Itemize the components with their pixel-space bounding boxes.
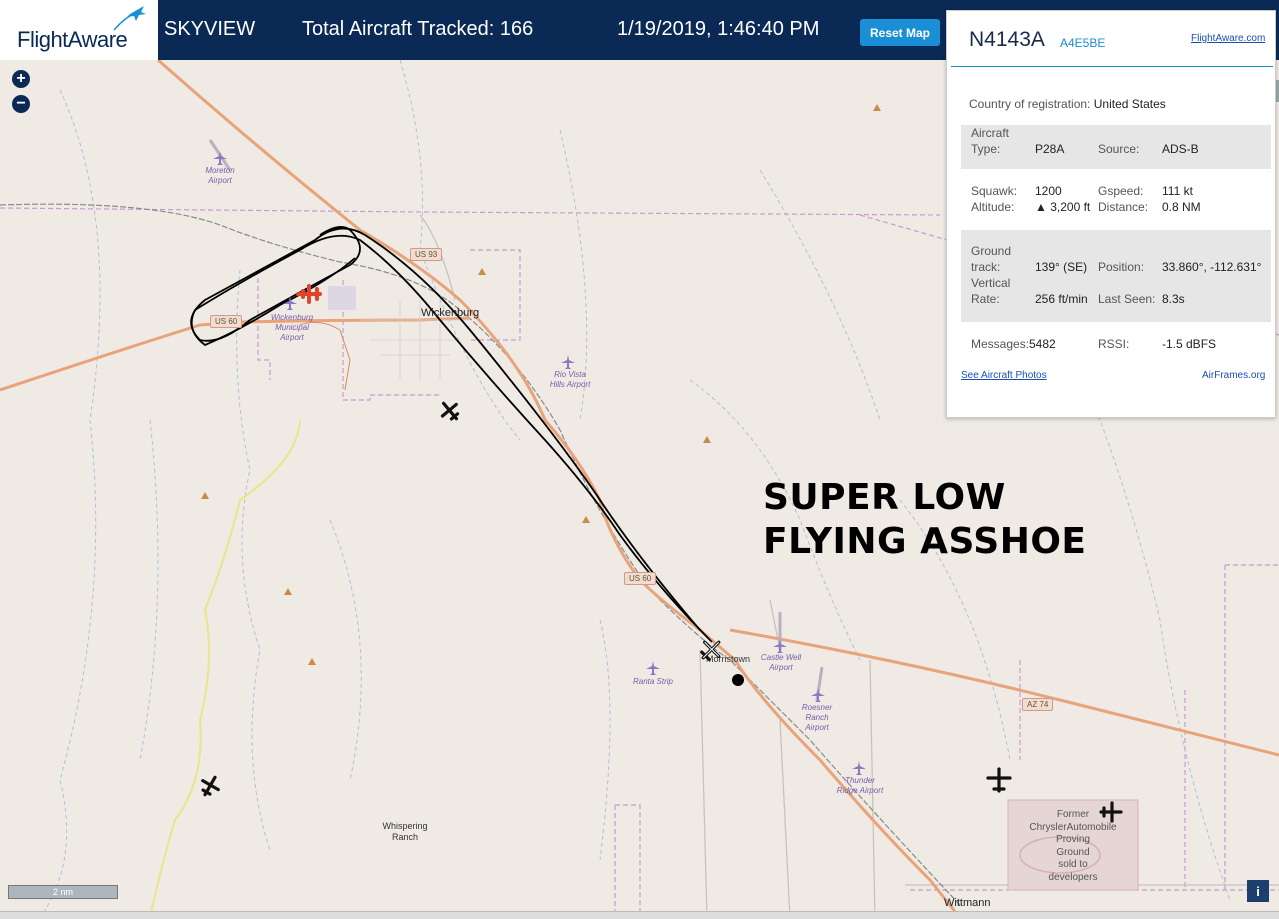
info-block-track: Ground track: 139° (SE) Position: 33.860…: [961, 230, 1271, 322]
aircraft-hex-code: A4E5BE: [1060, 36, 1106, 50]
zoom-out-button[interactable]: −: [12, 95, 30, 113]
rssi-value: -1.5 dBFS: [1162, 337, 1217, 351]
logo[interactable]: FlightAware: [0, 0, 158, 60]
airport-moreton-icon: [213, 151, 227, 165]
aircraft-icon[interactable]: [198, 774, 222, 798]
aircraft-tracked-count: Total Aircraft Tracked: 166: [302, 18, 534, 40]
town-label-wickenburg: Wickenburg: [421, 307, 480, 319]
aircraft-icon[interactable]: [698, 637, 724, 663]
shield-us93: US 93: [410, 248, 443, 261]
airport-thunder-icon: [852, 761, 866, 775]
shield-az74: AZ 74: [1022, 698, 1054, 711]
section-title: SKYVIEW: [164, 18, 256, 40]
squawk-value: 1200: [1035, 184, 1062, 198]
messages-value: 5482: [1029, 337, 1056, 351]
country-of-registration: Country of registration: United States: [969, 97, 1166, 111]
map-scale-bar: 2 nm: [8, 885, 118, 899]
lastseen-value: 8.3s: [1162, 292, 1185, 306]
airport-castlewell-icon: [773, 639, 787, 653]
aircraft-icon[interactable]: [986, 767, 1012, 793]
airport-riovista-icon: [561, 355, 575, 369]
airport-roesner-icon: [811, 688, 825, 702]
map-info-button[interactable]: i: [1247, 880, 1269, 902]
see-aircraft-photos-link[interactable]: See Aircraft Photos: [961, 370, 1047, 381]
altitude-label: Altitude:: [971, 200, 1015, 214]
aircraft-icon[interactable]: [438, 399, 462, 423]
lastseen-label: Last Seen:: [1098, 292, 1156, 306]
annotation-line-1: SUPER LOW: [763, 477, 1006, 518]
airport-label-roesner: Roesner Ranch Airport: [801, 703, 833, 732]
vrate-label-2: Rate:: [971, 292, 1000, 306]
info-block-squawk: Squawk: 1200 Gspeed: 111 kt Altitude: ▲ …: [961, 181, 1271, 219]
info-block-messages: Messages: 5482 RSSI: -1.5 dBFS: [961, 333, 1271, 359]
airport-label-moreton: Moreton Airport: [205, 166, 235, 185]
town-label-wittmann: Wittmann: [944, 897, 991, 909]
altitude-value: ▲ 3,200 ft: [1035, 200, 1091, 214]
zoom-in-button[interactable]: +: [12, 70, 30, 88]
gspeed-label: Gspeed:: [1098, 184, 1144, 198]
track-value: 139° (SE): [1035, 260, 1088, 274]
reset-map-button[interactable]: Reset Map: [860, 19, 940, 46]
distance-label: Distance:: [1098, 200, 1149, 214]
position-value: 33.860°, -112.631°: [1162, 260, 1262, 274]
flightaware-link[interactable]: FlightAware.com: [1191, 33, 1265, 44]
messages-label: Messages:: [971, 337, 1030, 351]
vrate-label-1: Vertical: [971, 276, 1011, 290]
aircraft-registration: N4143A: [969, 28, 1045, 51]
vrate-value: 256 ft/min: [1035, 292, 1088, 306]
place-label-whispering: Whispering Ranch: [382, 821, 428, 842]
selected-aircraft-icon[interactable]: [296, 283, 322, 305]
airport-label-ranta: Ranta Strip: [632, 677, 674, 686]
airport-label-riovista: Rio Vista Hills Airport: [549, 370, 591, 389]
aircraft-info-panel: N4143A A4E5BE FlightAware.com Country of…: [946, 10, 1276, 418]
gspeed-value: 111 kt: [1162, 184, 1193, 198]
squawk-label: Squawk:: [971, 184, 1018, 198]
position-label: Position:: [1098, 260, 1145, 274]
country-value: United States: [1093, 97, 1166, 111]
aircraft-type-value: P28A: [1035, 142, 1065, 156]
annotation-line-2: FLYING ASSHOE: [763, 521, 1087, 562]
country-label: Country of registration:: [969, 97, 1091, 111]
airport-label-thunder: Thunder Ridge Airport: [836, 776, 884, 795]
track-label-1: Ground: [971, 244, 1012, 258]
logo-text: FlightAware: [17, 27, 128, 52]
shield-us60-west: US 60: [210, 315, 243, 328]
source-value: ADS-B: [1162, 142, 1199, 156]
shield-us60-south: US 60: [624, 572, 657, 585]
rssi-label: RSSI:: [1098, 337, 1130, 351]
aircraft-icon[interactable]: [1099, 800, 1123, 824]
aircraft-type-label-2: Type:: [971, 142, 1001, 156]
airport-label-castlewell: Castle Well Airport: [760, 653, 802, 672]
airport-ranta-icon: [646, 661, 660, 675]
panel-divider: [951, 66, 1273, 67]
aircraft-type-label-1: Aircraft: [971, 126, 1010, 140]
bottom-scrollbar[interactable]: [0, 911, 1279, 919]
source-label: Source:: [1098, 142, 1140, 156]
airport-label-wickenburg: Wickenburg Municipal Airport: [270, 313, 314, 342]
distance-value: 0.8 NM: [1162, 200, 1201, 214]
info-block-type: Aircraft Type: P28A Source: ADS-B: [961, 125, 1271, 169]
user-annotation: SUPER LOW FLYING ASSHOE: [763, 476, 1087, 564]
airframes-link[interactable]: AirFrames.org: [1202, 370, 1265, 381]
current-datetime: 1/19/2019, 1:46:40 PM: [617, 18, 820, 40]
track-label-2: track:: [971, 260, 1001, 274]
